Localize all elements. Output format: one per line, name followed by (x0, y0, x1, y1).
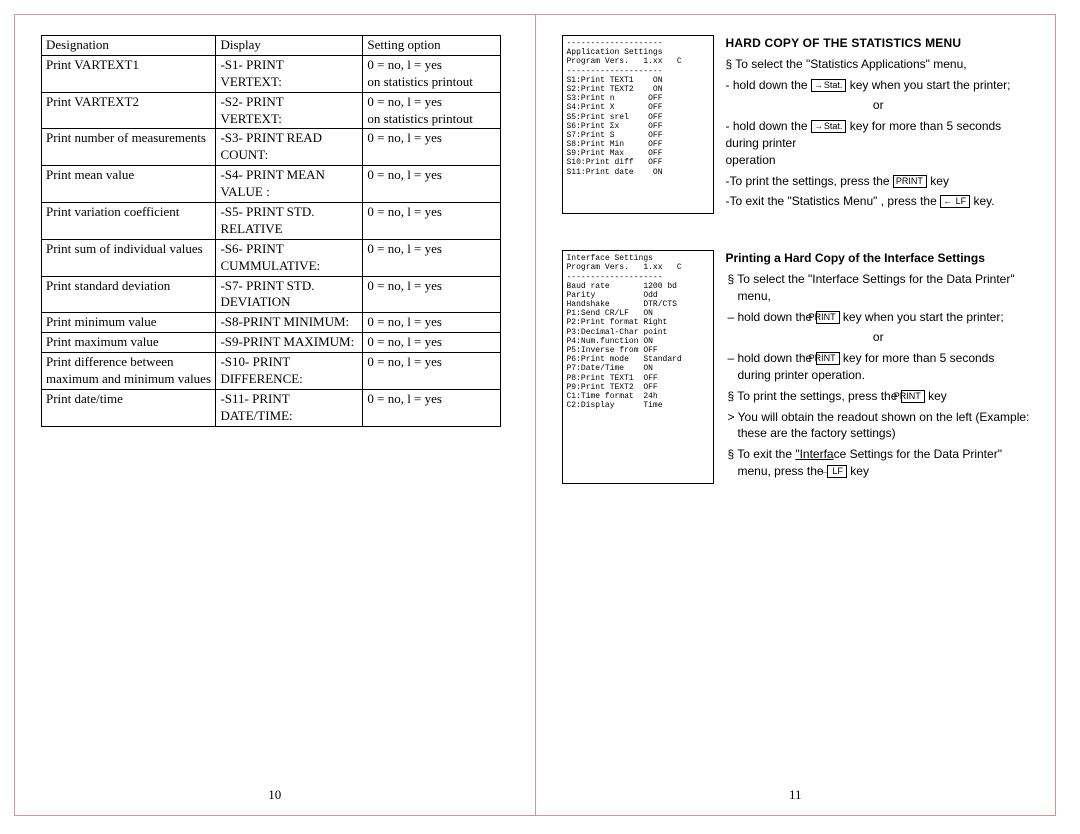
stat-line5: -To exit the "Statistics Menu" , press t… (726, 193, 1032, 210)
stat-line4: -To print the settings, press the PRINT … (726, 173, 1032, 190)
table-cell: -S1- PRINT VERTEXT: (216, 55, 363, 92)
table-row: Print VARTEXT2-S2- PRINT VERTEXT:0 = no,… (42, 92, 501, 129)
table-cell: -S10- PRINT DIFFERENCE: (216, 353, 363, 390)
table-row: Print mean value-S4- PRINT MEAN VALUE :0… (42, 166, 501, 203)
if-line5: > You will obtain the readout shown on t… (726, 409, 1032, 443)
table-cell: -S8-PRINT MINIMUM: (216, 313, 363, 333)
stat-line3: - hold down the →Stat. key for more than… (726, 118, 1032, 168)
printout-statistics: -------------------- Application Setting… (562, 35, 714, 214)
print-key-icon-2: PRINT (816, 311, 840, 324)
table-cell: 0 = no, l = yes (363, 313, 501, 333)
table-cell: 0 = no, l = yes (363, 166, 501, 203)
table-cell: Print date/time (42, 389, 216, 426)
stat-or1: or (726, 97, 1032, 114)
section-statistics-menu: -------------------- Application Setting… (562, 35, 1032, 214)
table-cell: 0 = no, l = yeson statistics printout (363, 55, 501, 92)
table-cell: -S6- PRINT CUMMULATIVE: (216, 239, 363, 276)
table-cell: Print variation coefficient (42, 203, 216, 240)
table-row: Print date/time-S11- PRINT DATE/TIME:0 =… (42, 389, 501, 426)
table-row: Print number of measurements-S3- PRINT R… (42, 129, 501, 166)
table-cell: -S7- PRINT STD. DEVIATION (216, 276, 363, 313)
table-cell: Print sum of individual values (42, 239, 216, 276)
stat-line2: - hold down the →Stat. key when you star… (726, 77, 1032, 94)
if-or: or (726, 329, 1032, 346)
table-cell: Print difference between maximum and min… (42, 353, 216, 390)
stat-key-icon: →Stat. (811, 79, 847, 92)
table-cell: Print standard deviation (42, 276, 216, 313)
table-cell: -S5- PRINT STD. RELATIVE (216, 203, 363, 240)
table-cell: 0 = no, l = yes (363, 276, 501, 313)
interface-text: Printing a Hard Copy of the Interface Se… (726, 250, 1032, 484)
if-line3: – hold down the PRINT key for more than … (726, 350, 1032, 384)
th-display: Display (216, 36, 363, 56)
table-cell: -S11- PRINT DATE/TIME: (216, 389, 363, 426)
lf-key-icon-2: ← LF (827, 465, 847, 478)
page-11: -------------------- Application Setting… (536, 15, 1056, 815)
print-key-icon-3: PRINT (816, 352, 840, 365)
table-cell: 0 = no, l = yes (363, 353, 501, 390)
table-header-row: Designation Display Setting option (42, 36, 501, 56)
stat-key-icon-2: →Stat. (811, 120, 847, 133)
print-key-icon-4: PRINT (901, 390, 925, 403)
table-row: Print difference between maximum and min… (42, 353, 501, 390)
printout-interface: Interface Settings Program Vers. 1.xx C … (562, 250, 714, 484)
page-10: Designation Display Setting option Print… (15, 15, 536, 815)
page-number-right: 11 (789, 787, 802, 803)
table-cell: 0 = no, l = yes (363, 389, 501, 426)
section-interface-settings: Interface Settings Program Vers. 1.xx C … (562, 250, 1032, 484)
if-line2: – hold down the PRINT key when you start… (726, 309, 1032, 326)
table-row: Print VARTEXT1-S1- PRINT VERTEXT:0 = no,… (42, 55, 501, 92)
statistics-text: HARD COPY OF THE STATISTICS MENU § To se… (726, 35, 1032, 214)
table-cell: 0 = no, l = yes (363, 333, 501, 353)
table-row: Print maximum value-S9-PRINT MAXIMUM:0 =… (42, 333, 501, 353)
table-cell: Print mean value (42, 166, 216, 203)
table-cell: 0 = no, l = yeson statistics printout (363, 92, 501, 129)
if-line1: § To select the "Interface Settings for … (726, 271, 1032, 305)
page-number-left: 10 (268, 787, 281, 803)
table-cell: 0 = no, l = yes (363, 239, 501, 276)
if-line6: § To exit the "Interface Settings for th… (726, 446, 1032, 480)
table-row: Print variation coefficient-S5- PRINT ST… (42, 203, 501, 240)
table-cell: -S9-PRINT MAXIMUM: (216, 333, 363, 353)
stat-line1: § To select the "Statistics Applications… (726, 56, 1032, 73)
heading-interface: Printing a Hard Copy of the Interface Se… (726, 250, 1032, 267)
th-setting: Setting option (363, 36, 501, 56)
heading-statistics: HARD COPY OF THE STATISTICS MENU (726, 35, 1032, 52)
print-key-icon: PRINT (893, 175, 927, 188)
table-cell: Print maximum value (42, 333, 216, 353)
table-cell: -S2- PRINT VERTEXT: (216, 92, 363, 129)
settings-table: Designation Display Setting option Print… (41, 35, 501, 427)
table-row: Print standard deviation-S7- PRINT STD. … (42, 276, 501, 313)
table-cell: Print number of measurements (42, 129, 216, 166)
table-cell: -S3- PRINT READ COUNT: (216, 129, 363, 166)
table-cell: 0 = no, l = yes (363, 129, 501, 166)
table-cell: Print minimum value (42, 313, 216, 333)
th-designation: Designation (42, 36, 216, 56)
table-cell: 0 = no, l = yes (363, 203, 501, 240)
table-cell: Print VARTEXT2 (42, 92, 216, 129)
table-row: Print minimum value-S8-PRINT MINIMUM:0 =… (42, 313, 501, 333)
table-cell: -S4- PRINT MEAN VALUE : (216, 166, 363, 203)
table-cell: Print VARTEXT1 (42, 55, 216, 92)
page-spread: Designation Display Setting option Print… (14, 14, 1056, 816)
if-line4: § To print the settings, press the PRINT… (726, 388, 1032, 405)
table-row: Print sum of individual values-S6- PRINT… (42, 239, 501, 276)
lf-key-icon: ← LF (940, 195, 970, 208)
